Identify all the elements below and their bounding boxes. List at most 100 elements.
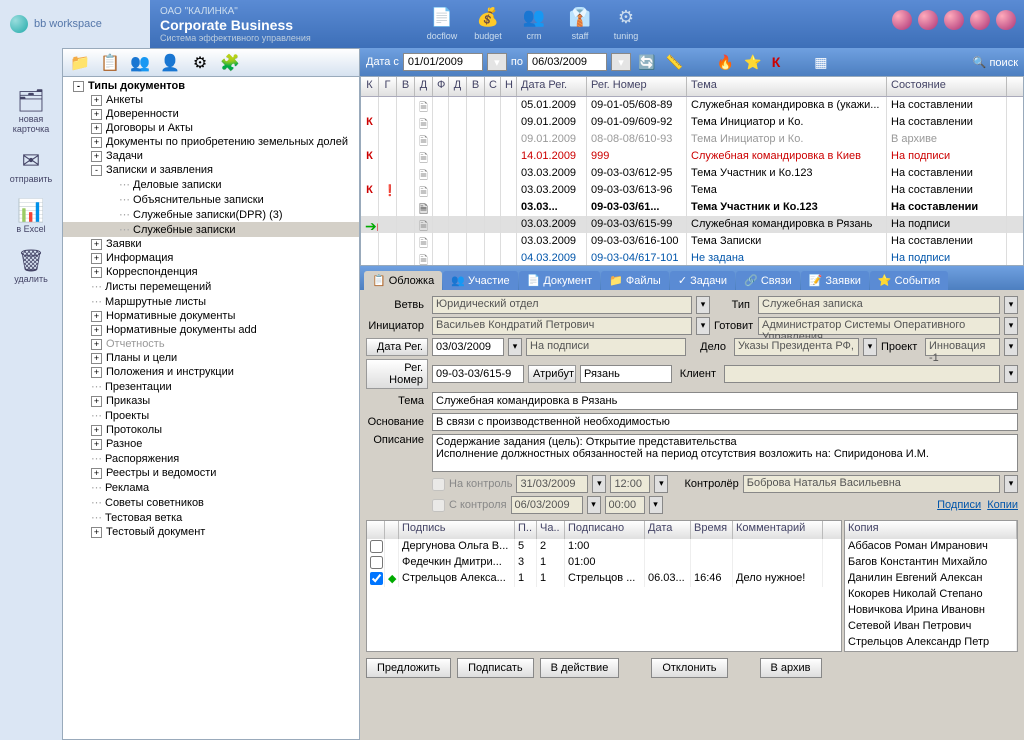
tab-Файлы[interactable]: 📁 Файлы bbox=[601, 271, 669, 290]
tree-item[interactable]: +Разное bbox=[63, 437, 359, 451]
tree-item[interactable]: +Приказы bbox=[63, 394, 359, 408]
lb-новая карточка[interactable]: 🗂новая карточка bbox=[0, 88, 62, 134]
refresh-icon[interactable]: 🔄 bbox=[638, 54, 655, 71]
tree-item[interactable]: ⋯Маршрутные листы bbox=[63, 294, 359, 309]
sig-col-p[interactable]: П.. bbox=[515, 521, 537, 539]
tree-item[interactable]: ⋯Проекты bbox=[63, 408, 359, 423]
copy-row[interactable]: Новичкова Ирина Ивановн bbox=[845, 603, 1017, 619]
sig-row[interactable]: Дергунова Ольга В... 52 1:00 bbox=[367, 539, 841, 555]
sign-button[interactable]: Подписать bbox=[457, 658, 533, 678]
help-button[interactable] bbox=[892, 10, 912, 30]
regdate-dd[interactable]: ▾ bbox=[508, 338, 522, 356]
tema-input[interactable] bbox=[432, 392, 1018, 410]
top-budget[interactable]: 💰budget bbox=[466, 7, 510, 41]
tree-item[interactable]: +Положения и инструкции bbox=[63, 365, 359, 379]
propose-button[interactable]: Предложить bbox=[366, 658, 451, 678]
sig-col-pod[interactable]: Подписано bbox=[565, 521, 645, 539]
regdate-input[interactable] bbox=[432, 338, 504, 356]
proj-dd[interactable]: ▾ bbox=[1004, 338, 1018, 356]
lb-в Excel[interactable]: 📊в Excel bbox=[0, 198, 62, 234]
tree-item[interactable]: +Тестовый документ bbox=[63, 525, 359, 539]
top-tuning[interactable]: ⚙tuning bbox=[604, 7, 648, 41]
tree-item[interactable]: +Информация bbox=[63, 251, 359, 265]
col-s[interactable]: С bbox=[485, 77, 501, 96]
tree-item[interactable]: +Анкеты bbox=[63, 93, 359, 107]
minimize-button[interactable] bbox=[944, 10, 964, 30]
grid-row[interactable]: 🗎 03.03...09-03-03/61... Тема Участник и… bbox=[361, 199, 1023, 216]
folder-icon[interactable]: 📁 bbox=[69, 52, 91, 74]
sig-col-date[interactable]: Дата bbox=[645, 521, 691, 539]
sig-col-name[interactable]: Подпись bbox=[399, 521, 515, 539]
gear-icon[interactable]: ⚙ bbox=[189, 52, 211, 74]
tree-root[interactable]: -Типы документов bbox=[63, 79, 359, 93]
tree-item[interactable]: -Записки и заявления bbox=[63, 163, 359, 177]
col-f[interactable]: Ф bbox=[433, 77, 449, 96]
grid-row[interactable]: К 🗎 14.01.2009999 Служебная командировка… bbox=[361, 148, 1023, 165]
prep-dd[interactable]: ▾ bbox=[1004, 317, 1018, 335]
tree-item[interactable]: +Документы по приобретению земельных дол… bbox=[63, 135, 359, 149]
star-icon[interactable]: ⭐ bbox=[744, 54, 761, 71]
tab-Задачи[interactable]: ✓ Задачи bbox=[670, 271, 735, 290]
regnum-label[interactable]: Рег. Номер bbox=[366, 359, 428, 389]
tree-item[interactable]: ⋯Деловые записки bbox=[63, 177, 359, 192]
date-from-picker[interactable]: ▾ bbox=[487, 53, 507, 71]
ctrler-dd[interactable]: ▾ bbox=[1004, 475, 1018, 493]
regdate-label[interactable]: Дата Рег. bbox=[366, 338, 428, 356]
tree-item[interactable]: ⋯Объяснительные записки bbox=[63, 192, 359, 207]
col-vv[interactable]: В bbox=[467, 77, 485, 96]
sig-row[interactable]: ◆Стрельцов Алекса... 11 Стрельцов ...06.… bbox=[367, 571, 841, 587]
tab-Обложка[interactable]: 📋 Обложка bbox=[364, 271, 442, 290]
date-from-input[interactable] bbox=[403, 53, 483, 71]
tree-item[interactable]: ⋯Реклама bbox=[63, 480, 359, 495]
copy-row[interactable]: Багов Константин Михайло bbox=[845, 555, 1017, 571]
doc-icon[interactable]: 📋 bbox=[99, 52, 121, 74]
tab-Заявки[interactable]: 📝 Заявки bbox=[801, 271, 869, 290]
ctrl-tdd[interactable]: ▾ bbox=[654, 475, 668, 493]
copies-link[interactable]: Копии bbox=[987, 499, 1018, 511]
tree-item[interactable]: +Протоколы bbox=[63, 423, 359, 437]
col-v[interactable]: В bbox=[397, 77, 415, 96]
archive-button[interactable]: В архив bbox=[760, 658, 822, 678]
col-g[interactable]: Г bbox=[379, 77, 397, 96]
col-h[interactable]: Н bbox=[501, 77, 517, 96]
tree-item[interactable]: ⋯Листы перемещений bbox=[63, 279, 359, 294]
tree-item[interactable]: ⋯Презентации bbox=[63, 379, 359, 394]
ctrl-checkbox[interactable] bbox=[432, 478, 445, 491]
top-crm[interactable]: 👥crm bbox=[512, 7, 556, 41]
tree-item[interactable]: ⋯Тестовая ветка bbox=[63, 510, 359, 525]
desc-input[interactable]: Содержание задания (цель): Открытие пред… bbox=[432, 434, 1018, 472]
copy-col[interactable]: Копия bbox=[845, 521, 1017, 539]
lb-отправить[interactable]: ✉отправить bbox=[0, 148, 62, 184]
top-docflow[interactable]: 📄docflow bbox=[420, 7, 464, 41]
tree-item[interactable]: +Нормативные документы bbox=[63, 309, 359, 323]
sctrl-tdd[interactable]: ▾ bbox=[649, 496, 663, 514]
fire-icon[interactable]: 🔥 bbox=[717, 54, 734, 71]
grid-row[interactable]: К 🗎 09.01.200909-01-09/609-92 Тема Иници… bbox=[361, 114, 1023, 131]
copy-row[interactable]: Сетевой Иван Петрович bbox=[845, 619, 1017, 635]
tree-item[interactable]: +Нормативные документы add bbox=[63, 323, 359, 337]
copy-row[interactable]: Данилин Евгений Алексан bbox=[845, 571, 1017, 587]
document-tree[interactable]: -Типы документов+Анкеты+Доверенности+Дог… bbox=[63, 77, 359, 739]
tree-item[interactable]: +Планы и цели bbox=[63, 351, 359, 365]
regnum-input[interactable] bbox=[432, 365, 524, 383]
attr-label[interactable]: Атрибут bbox=[528, 365, 576, 383]
col-state[interactable]: Состояние bbox=[887, 77, 1007, 96]
grid-row[interactable]: 🗎 04.03.200909-03-04/617-101 Не заданаНа… bbox=[361, 250, 1023, 265]
type-dd[interactable]: ▾ bbox=[1004, 296, 1018, 314]
tree-item[interactable]: +Заявки bbox=[63, 237, 359, 251]
sig-col-comment[interactable]: Комментарий bbox=[733, 521, 823, 539]
grid-row[interactable]: ➔К 🗎 03.03.200909-03-03/615-99 Служебная… bbox=[361, 216, 1023, 233]
init-dd[interactable]: ▾ bbox=[696, 317, 710, 335]
tree-item[interactable]: ⋯Служебные записки bbox=[63, 222, 359, 237]
close-button[interactable] bbox=[996, 10, 1016, 30]
branch-dd[interactable]: ▾ bbox=[696, 296, 710, 314]
tab-Связи[interactable]: 🔗 Связи bbox=[736, 271, 800, 290]
attr-input[interactable] bbox=[580, 365, 672, 383]
ruler-icon[interactable]: 📏 bbox=[665, 54, 682, 71]
tab-Документ[interactable]: 📄 Документ bbox=[519, 271, 601, 290]
k-icon[interactable]: К bbox=[772, 54, 781, 70]
col-d[interactable]: Д bbox=[415, 77, 433, 96]
tree-item[interactable]: +Реестры и ведомости bbox=[63, 466, 359, 480]
tree-item[interactable]: ⋯Распоряжения bbox=[63, 451, 359, 466]
maximize-button[interactable] bbox=[970, 10, 990, 30]
